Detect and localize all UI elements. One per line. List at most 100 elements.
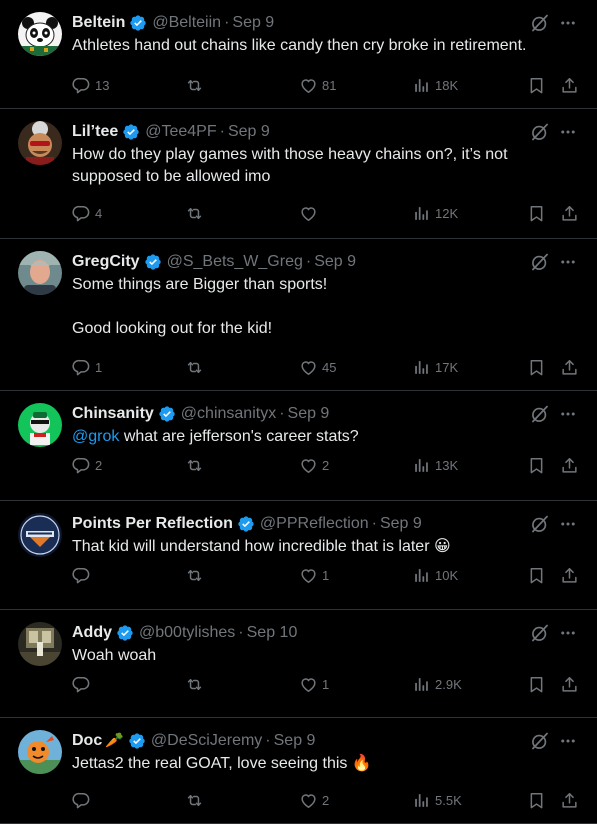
bookmark-icon[interactable]: [527, 565, 546, 585]
grok-icon[interactable]: [529, 251, 551, 273]
timestamp[interactable]: Sep 9: [228, 121, 270, 143]
like-button[interactable]: 81: [299, 75, 336, 95]
grok-icon[interactable]: [529, 403, 551, 425]
retweet-button[interactable]: [185, 565, 208, 585]
reply-button[interactable]: 13: [72, 75, 109, 95]
share-icon[interactable]: [560, 790, 579, 810]
share-icon[interactable]: [560, 455, 579, 475]
timestamp[interactable]: Sep 9: [288, 403, 330, 425]
timestamp[interactable]: Sep 10: [247, 622, 298, 644]
display-name[interactable]: Beltein: [72, 12, 125, 34]
like-button[interactable]: 2: [299, 790, 329, 810]
grok-icon[interactable]: [529, 730, 551, 752]
reply-button[interactable]: 4: [72, 203, 102, 223]
bookmark-icon[interactable]: [527, 357, 546, 377]
room-photo-avatar[interactable]: [18, 622, 62, 666]
more-options-icon[interactable]: [557, 12, 579, 34]
more-options-icon[interactable]: [557, 730, 579, 752]
panda-avatar[interactable]: [18, 12, 62, 56]
more-options-icon[interactable]: [557, 513, 579, 535]
handle[interactable]: @b00tylishes: [139, 622, 235, 644]
retweet-button[interactable]: [185, 203, 208, 223]
like-button[interactable]: 1: [299, 674, 329, 694]
like-button[interactable]: 2: [299, 455, 329, 475]
views-button[interactable]: 17K: [412, 357, 458, 377]
tweet[interactable]: Points Per Reflection @PPReflection · Se…: [0, 501, 597, 610]
verified-badge-icon[interactable]: [122, 123, 140, 141]
retweet-button[interactable]: [185, 790, 208, 810]
display-name[interactable]: Points Per Reflection: [72, 513, 233, 535]
podcast-logo-avatar[interactable]: [18, 513, 62, 557]
verified-badge-icon[interactable]: [237, 515, 255, 533]
share-icon[interactable]: [560, 203, 579, 223]
bookmark-icon[interactable]: [527, 203, 546, 223]
bookmark-icon[interactable]: [527, 674, 546, 694]
timestamp[interactable]: Sep 9: [380, 513, 422, 535]
reply-button[interactable]: [72, 565, 95, 585]
grok-icon[interactable]: [529, 121, 551, 143]
handle[interactable]: @Tee4PF: [145, 121, 216, 143]
views-button[interactable]: 10K: [412, 565, 458, 585]
cartoon-face-avatar[interactable]: [18, 121, 62, 165]
handle[interactable]: @DeSciJeremy: [151, 730, 262, 752]
tweet[interactable]: Chinsanity @chinsanityx · Sep 9 @grok wh…: [0, 391, 597, 501]
more-options-icon[interactable]: [557, 403, 579, 425]
views-button[interactable]: 12K: [412, 203, 458, 223]
display-name[interactable]: Chinsanity: [72, 403, 154, 425]
verified-badge-icon[interactable]: [116, 624, 134, 642]
views-button[interactable]: 5.5K: [412, 790, 462, 810]
share-icon[interactable]: [560, 75, 579, 95]
tweet[interactable]: Lil’tee @Tee4PF · Sep 9 How do they play…: [0, 109, 597, 239]
tweet-header: Lil’tee @Tee4PF · Sep 9: [72, 121, 581, 143]
green-character-avatar[interactable]: [18, 403, 62, 447]
mention-link[interactable]: @grok: [72, 428, 119, 445]
share-icon[interactable]: [560, 565, 579, 585]
handle[interactable]: @PPReflection: [260, 513, 369, 535]
retweet-button[interactable]: [185, 674, 208, 694]
like-button[interactable]: 45: [299, 357, 336, 377]
share-icon[interactable]: [560, 357, 579, 377]
share-icon[interactable]: [560, 674, 579, 694]
retweet-button[interactable]: [185, 357, 208, 377]
verified-badge-icon[interactable]: [144, 253, 162, 271]
views-button[interactable]: 13K: [412, 455, 458, 475]
reply-button[interactable]: 1: [72, 357, 102, 377]
reply-button[interactable]: 2: [72, 455, 102, 475]
verified-badge-icon[interactable]: [129, 14, 147, 32]
verified-badge-icon[interactable]: [158, 405, 176, 423]
views-button[interactable]: 18K: [412, 75, 458, 95]
display-name[interactable]: GregCity: [72, 251, 140, 273]
grok-icon[interactable]: [529, 12, 551, 34]
more-options-icon[interactable]: [557, 251, 579, 273]
tweet[interactable]: Doc 🥕 @DeSciJeremy · Sep 9 Jettas2 the r…: [0, 718, 597, 824]
tweet[interactable]: Addy @b00tylishes · Sep 10 Woah woah 1 2…: [0, 610, 597, 718]
retweet-button[interactable]: [185, 455, 208, 475]
tweet[interactable]: Beltein @Belteiin · Sep 9 Athletes hand …: [0, 0, 597, 109]
bookmark-icon[interactable]: [527, 455, 546, 475]
timestamp[interactable]: Sep 9: [232, 12, 274, 34]
display-name[interactable]: Lil’tee: [72, 121, 118, 143]
grok-icon[interactable]: [529, 513, 551, 535]
handle[interactable]: @Belteiin: [152, 12, 221, 34]
bookmark-icon[interactable]: [527, 790, 546, 810]
timestamp[interactable]: Sep 9: [274, 730, 316, 752]
display-name[interactable]: Addy: [72, 622, 112, 644]
handle[interactable]: @chinsanityx: [181, 403, 276, 425]
more-options-icon[interactable]: [557, 121, 579, 143]
reply-button[interactable]: [72, 674, 95, 694]
grok-icon[interactable]: [529, 622, 551, 644]
orange-character-avatar[interactable]: [18, 730, 62, 774]
timestamp[interactable]: Sep 9: [314, 251, 356, 273]
tweet[interactable]: GregCity @S_Bets_W_Greg · Sep 9 Some thi…: [0, 239, 597, 391]
bookmark-icon[interactable]: [527, 75, 546, 95]
views-button[interactable]: 2.9K: [412, 674, 462, 694]
handle[interactable]: @S_Bets_W_Greg: [167, 251, 303, 273]
more-options-icon[interactable]: [557, 622, 579, 644]
display-name[interactable]: Doc: [72, 730, 102, 752]
man-photo-avatar[interactable]: [18, 251, 62, 295]
like-button[interactable]: 1: [299, 565, 329, 585]
like-button[interactable]: [299, 203, 322, 223]
verified-badge-icon[interactable]: [128, 732, 146, 750]
retweet-button[interactable]: [185, 75, 208, 95]
reply-button[interactable]: [72, 790, 95, 810]
